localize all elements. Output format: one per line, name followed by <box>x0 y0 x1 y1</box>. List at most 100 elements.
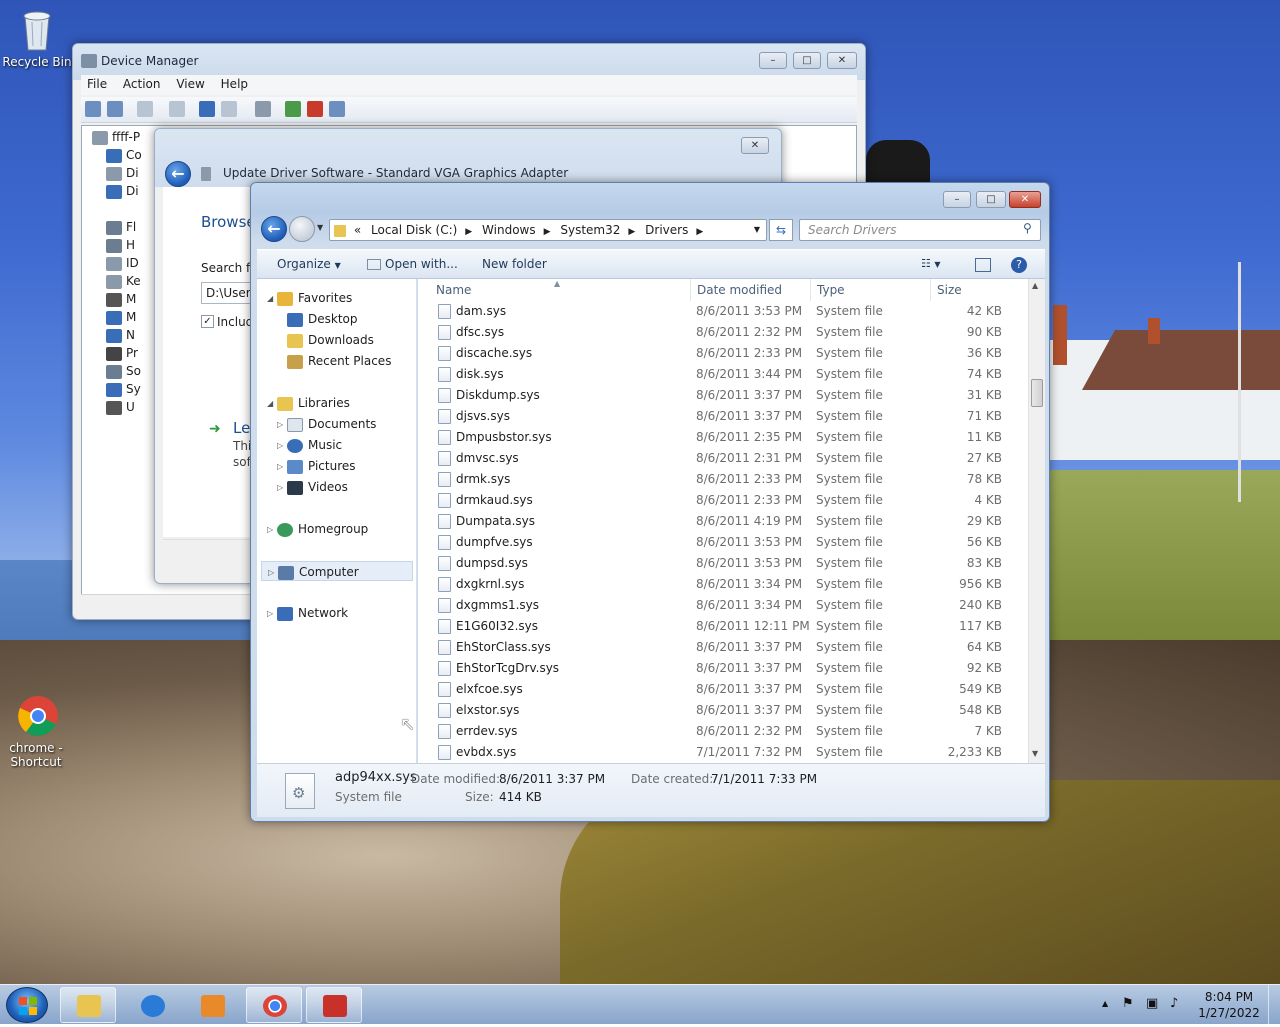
tree-item[interactable]: Pr <box>106 344 138 362</box>
volume-icon[interactable]: ♪ <box>1170 996 1178 1011</box>
address-dropdown-icon[interactable]: ▼ <box>754 220 760 240</box>
disable-icon[interactable] <box>329 101 345 117</box>
tree-item[interactable]: So <box>106 362 141 380</box>
collapse-arrow-icon[interactable]: ▷ <box>277 415 287 435</box>
table-row[interactable]: disk.sys 8/6/2011 3:44 PM System file 74 KB <box>418 364 1026 385</box>
column-size[interactable]: Size <box>930 279 962 301</box>
table-row[interactable]: elxstor.sys 8/6/2011 3:37 PM System file 54… <box>418 700 1026 721</box>
properties-icon[interactable] <box>137 101 153 117</box>
menu-help[interactable]: Help <box>215 75 254 93</box>
update-driver-icon[interactable] <box>285 101 301 117</box>
menu-view[interactable]: View <box>170 75 210 93</box>
column-date-modified[interactable]: Date modified <box>690 279 782 301</box>
nav-homegroup[interactable]: ▷ Homegroup <box>267 519 368 539</box>
menu-file[interactable]: File <box>81 75 113 93</box>
nav-videos[interactable]: ▷ Videos <box>277 477 348 497</box>
collapse-arrow-icon[interactable]: ▷ <box>268 563 278 583</box>
desktop-icon-chrome-shortcut[interactable]: chrome - Shortcut <box>0 694 72 769</box>
table-row[interactable]: dmvsc.sys 8/6/2011 2:31 PM System file 27 K… <box>418 448 1026 469</box>
breadcrumb-item[interactable]: System32 <box>560 220 620 240</box>
nav-favorites[interactable]: ◢ Favorites <box>267 288 352 308</box>
action-center-flag-icon[interactable]: ⚑ <box>1122 996 1134 1011</box>
table-row[interactable]: dxgmms1.sys 8/6/2011 3:34 PM System file 24… <box>418 595 1026 616</box>
table-row[interactable]: dfsc.sys 8/6/2011 2:32 PM System file 90 KB <box>418 322 1026 343</box>
nav-desktop[interactable]: Desktop <box>287 309 358 329</box>
menu-action[interactable]: Action <box>117 75 167 93</box>
tree-item[interactable]: U <box>106 398 135 416</box>
tree-item[interactable]: Co <box>106 146 142 164</box>
new-folder-button[interactable]: New folder <box>482 257 547 271</box>
list-icon[interactable] <box>169 101 185 117</box>
taskbar-device-manager[interactable] <box>306 987 362 1023</box>
collapse-arrow-icon[interactable]: ▷ <box>267 604 277 624</box>
breadcrumb-item[interactable]: Windows <box>482 220 536 240</box>
search-input[interactable]: Search Drivers <box>799 219 1041 241</box>
table-row[interactable]: errdev.sys 8/6/2011 2:32 PM System file 7 K… <box>418 721 1026 742</box>
tree-item[interactable]: N <box>106 326 135 344</box>
column-name[interactable]: Name <box>430 279 471 301</box>
nav-network[interactable]: ▷ Network <box>267 603 348 623</box>
tree-item[interactable]: H <box>106 236 135 254</box>
refresh-button[interactable]: ⇆ <box>769 219 793 241</box>
close-button[interactable]: ✕ <box>1009 191 1041 208</box>
breadcrumb-overflow[interactable]: « <box>354 220 361 240</box>
maximize-button[interactable]: □ <box>793 52 821 69</box>
table-row[interactable]: dam.sys 8/6/2011 3:53 PM System file 42 KB <box>418 301 1026 322</box>
vertical-scrollbar[interactable]: ▲ ▼ <box>1028 279 1045 763</box>
expand-arrow-icon[interactable]: ◢ <box>267 394 277 414</box>
recent-pages-chevron-icon[interactable]: ▼ <box>317 223 323 232</box>
table-row[interactable]: Diskdump.sys 8/6/2011 3:37 PM System file 3… <box>418 385 1026 406</box>
tree-item[interactable]: Di <box>106 182 139 200</box>
scan-hardware-icon[interactable] <box>255 101 271 117</box>
back-button[interactable]: ← <box>165 161 191 187</box>
show-hidden-icons-icon[interactable]: ▲ <box>1102 999 1108 1008</box>
close-button[interactable]: ✕ <box>827 52 857 69</box>
nav-recent-places[interactable]: Recent Places <box>287 351 391 371</box>
table-row[interactable]: drmk.sys 8/6/2011 2:33 PM System file 78 KB <box>418 469 1026 490</box>
nav-libraries[interactable]: ◢ Libraries <box>267 393 350 413</box>
scrollbar-thumb[interactable] <box>1031 379 1043 407</box>
close-button[interactable]: ✕ <box>741 137 769 154</box>
tree-item[interactable]: M <box>106 290 136 308</box>
collapse-arrow-icon[interactable]: ▷ <box>277 478 287 498</box>
collapse-arrow-icon[interactable]: ▷ <box>267 520 277 540</box>
desktop-icon-recycle-bin[interactable]: Recycle Bin <box>1 8 73 69</box>
table-row[interactable]: dumpsd.sys 8/6/2011 3:53 PM System file 83 … <box>418 553 1026 574</box>
nav-pictures[interactable]: ▷ Pictures <box>277 456 356 476</box>
table-row[interactable]: elxfcoe.sys 8/6/2011 3:37 PM System file 54… <box>418 679 1026 700</box>
address-bar[interactable]: « Local Disk (C:) ▶ Windows ▶ System32 ▶ Dr… <box>329 219 767 241</box>
preview-pane-icon[interactable] <box>975 258 991 272</box>
uninstall-icon[interactable] <box>307 101 323 117</box>
help-icon[interactable]: ? <box>1011 257 1027 273</box>
table-row[interactable]: dumpfve.sys 8/6/2011 3:53 PM System file 56… <box>418 532 1026 553</box>
collapse-arrow-icon[interactable]: ▷ <box>277 436 287 456</box>
tree-item[interactable]: Di <box>106 164 139 182</box>
table-row[interactable]: djsvs.sys 8/6/2011 3:37 PM System file 71 K… <box>418 406 1026 427</box>
tree-item[interactable]: Fl <box>106 218 136 236</box>
tree-item[interactable]: M <box>106 308 136 326</box>
scroll-down-arrow-icon[interactable]: ▼ <box>1032 749 1038 758</box>
forward-button[interactable] <box>289 216 315 242</box>
table-row[interactable]: Dumpata.sys 8/6/2011 4:19 PM System file 29… <box>418 511 1026 532</box>
table-row[interactable]: dxgkrnl.sys 8/6/2011 3:34 PM System file 95… <box>418 574 1026 595</box>
table-row[interactable]: discache.sys 8/6/2011 2:33 PM System file 3… <box>418 343 1026 364</box>
breadcrumb-arrow-icon[interactable]: ▶ <box>544 222 551 242</box>
table-row[interactable]: EhStorClass.sys 8/6/2011 3:37 PM System fi… <box>418 637 1026 658</box>
organize-button[interactable]: Organize ▼ <box>277 257 341 271</box>
nav-music[interactable]: ▷ Music <box>277 435 342 455</box>
minimize-button[interactable]: – <box>759 52 787 69</box>
nav-documents[interactable]: ▷ Documents <box>277 414 376 434</box>
scroll-up-arrow-icon[interactable]: ▲ <box>1032 281 1038 290</box>
start-button[interactable] <box>6 987 48 1023</box>
taskbar-media-player[interactable] <box>184 987 240 1023</box>
nav-downloads[interactable]: Downloads <box>287 330 374 350</box>
maximize-button[interactable]: □ <box>976 191 1006 208</box>
table-row[interactable]: Dmpusbstor.sys 8/6/2011 2:35 PM System fil… <box>418 427 1026 448</box>
taskbar-internet-explorer[interactable] <box>124 987 180 1023</box>
column-type[interactable]: Type <box>810 279 845 301</box>
expand-arrow-icon[interactable]: ◢ <box>267 289 277 309</box>
help-icon[interactable] <box>199 101 215 117</box>
table-row[interactable]: drmkaud.sys 8/6/2011 2:33 PM System file 4 … <box>418 490 1026 511</box>
forward-arrow-icon[interactable] <box>107 101 123 117</box>
search-icon[interactable]: ⚲ <box>1023 221 1032 235</box>
